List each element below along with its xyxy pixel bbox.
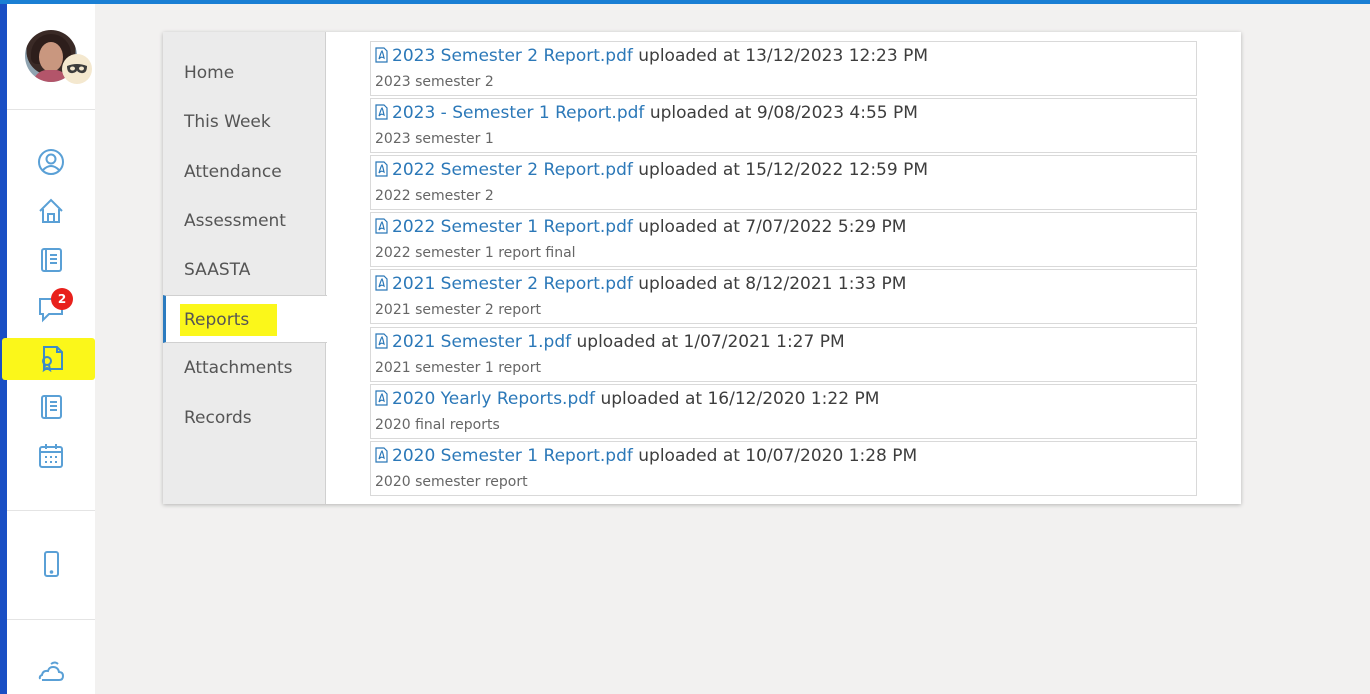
report-description: 2020 final reports xyxy=(375,417,500,433)
list-item: 2022 Semester 2 Report.pdf uploaded at 1… xyxy=(370,155,1197,210)
pdf-file-icon xyxy=(375,218,388,234)
reports-icon[interactable] xyxy=(35,342,67,374)
tab-assessment[interactable]: Assessment xyxy=(163,197,325,245)
tab-label: Attendance xyxy=(184,162,282,182)
tab-saasta[interactable]: SAASTA xyxy=(163,246,325,294)
notebook-icon[interactable] xyxy=(35,391,67,423)
report-link[interactable]: 2021 Semester 2 Report.pdf xyxy=(392,274,633,294)
report-description: 2022 semester 1 report final xyxy=(375,245,576,261)
report-link[interactable]: 2020 Semester 1 Report.pdf xyxy=(392,446,633,466)
sidebar-divider xyxy=(7,510,95,511)
report-link[interactable]: 2022 Semester 1 Report.pdf xyxy=(392,217,633,237)
sidebar-divider xyxy=(7,109,95,110)
tab-attendance[interactable]: Attendance xyxy=(163,148,325,196)
report-link[interactable]: 2023 - Semester 1 Report.pdf xyxy=(392,103,644,123)
list-item: 2022 Semester 1 Report.pdf uploaded at 7… xyxy=(370,212,1197,267)
report-description: 2021 semester 2 report xyxy=(375,302,541,318)
book-icon[interactable] xyxy=(35,244,67,276)
report-description: 2023 semester 1 xyxy=(375,131,494,147)
upload-info: uploaded at 7/07/2022 5:29 PM xyxy=(638,217,907,237)
tab-attachments[interactable]: Attachments xyxy=(163,344,325,392)
report-link[interactable]: 2022 Semester 2 Report.pdf xyxy=(392,160,633,180)
home-icon[interactable] xyxy=(35,195,67,227)
pdf-file-icon xyxy=(375,161,388,177)
tab-label: Attachments xyxy=(184,358,293,378)
pdf-file-icon xyxy=(375,447,388,463)
tab-label: Assessment xyxy=(184,211,286,231)
report-link[interactable]: 2020 Yearly Reports.pdf xyxy=(392,389,595,409)
tab-label: Records xyxy=(184,408,252,428)
tab-this-week[interactable]: This Week xyxy=(163,98,325,146)
tab-reports[interactable]: Reports xyxy=(163,295,327,343)
tab-records[interactable]: Records xyxy=(163,394,325,442)
upload-info: uploaded at 13/12/2023 12:23 PM xyxy=(638,46,929,66)
upload-info: uploaded at 9/08/2023 4:55 PM xyxy=(649,103,918,123)
tab-home[interactable]: Home xyxy=(163,49,325,97)
icon-sidebar: 2 xyxy=(2,4,95,694)
tab-label: This Week xyxy=(184,112,271,132)
tab-label: Reports xyxy=(180,304,278,336)
list-item: 2021 Semester 2 Report.pdf uploaded at 8… xyxy=(370,269,1197,324)
top-accent-bar xyxy=(0,0,1370,4)
pdf-file-icon xyxy=(375,104,388,120)
list-item: 2021 Semester 1.pdf uploaded at 1/07/202… xyxy=(370,327,1197,382)
list-item: 2020 Yearly Reports.pdf uploaded at 16/1… xyxy=(370,384,1197,439)
tab-list: Home This Week Attendance Assessment SAA… xyxy=(163,32,327,504)
pdf-file-icon xyxy=(375,390,388,406)
pdf-file-icon xyxy=(375,333,388,349)
upload-info: uploaded at 15/12/2022 12:59 PM xyxy=(638,160,929,180)
upload-info: uploaded at 8/12/2021 1:33 PM xyxy=(638,274,907,294)
upload-info: uploaded at 10/07/2020 1:28 PM xyxy=(638,446,918,466)
list-item: 2023 Semester 2 Report.pdf uploaded at 1… xyxy=(370,41,1197,96)
report-description: 2023 semester 2 xyxy=(375,74,494,90)
mobile-icon[interactable] xyxy=(35,548,67,580)
profile-icon[interactable] xyxy=(35,146,67,178)
upload-info: uploaded at 1/07/2021 1:27 PM xyxy=(576,332,845,352)
notification-badge: 2 xyxy=(51,288,73,310)
student-card: Home This Week Attendance Assessment SAA… xyxy=(163,32,1241,504)
report-description: 2021 semester 1 report xyxy=(375,360,541,376)
sidebar-divider xyxy=(7,619,95,620)
report-description: 2022 semester 2 xyxy=(375,188,494,204)
report-link[interactable]: 2021 Semester 1.pdf xyxy=(392,332,571,352)
mask-icon[interactable] xyxy=(62,54,92,84)
report-link[interactable]: 2023 Semester 2 Report.pdf xyxy=(392,46,633,66)
tab-label: Home xyxy=(184,63,235,83)
pdf-file-icon xyxy=(375,275,388,291)
list-item: 2020 Semester 1 Report.pdf uploaded at 1… xyxy=(370,441,1197,496)
report-description: 2020 semester report xyxy=(375,474,528,490)
pdf-file-icon xyxy=(375,47,388,63)
list-item: 2023 - Semester 1 Report.pdf uploaded at… xyxy=(370,98,1197,153)
tab-label: SAASTA xyxy=(184,260,251,280)
calendar-icon[interactable] xyxy=(35,440,67,472)
weather-icon[interactable] xyxy=(35,656,67,688)
upload-info: uploaded at 16/12/2020 1:22 PM xyxy=(600,389,880,409)
